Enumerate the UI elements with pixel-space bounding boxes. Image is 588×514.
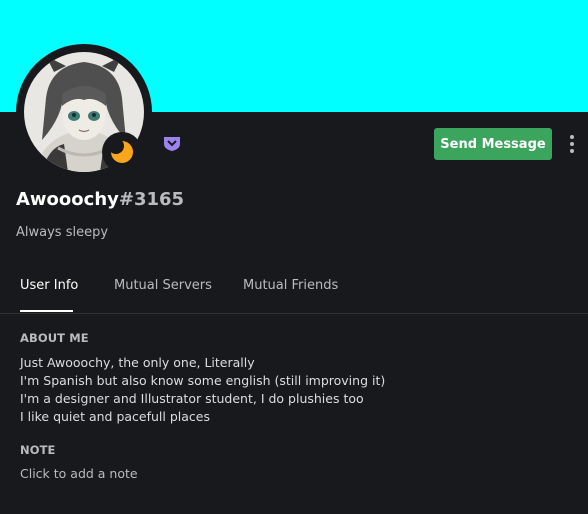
- username-name: Awooochy: [16, 189, 119, 210]
- about-line: I'm a designer and Illustrator student, …: [20, 391, 364, 406]
- tab-mutual-servers[interactable]: Mutual Servers: [114, 278, 212, 293]
- more-dot: [570, 135, 574, 139]
- about-line: I like quiet and pacefull places: [20, 409, 210, 424]
- username-discriminator: #3165: [118, 189, 185, 210]
- send-message-button[interactable]: Send Message: [434, 128, 552, 160]
- hypesquad-balance-icon[interactable]: [163, 134, 181, 152]
- idle-status-icon: [108, 138, 136, 166]
- about-me-heading: ABOUT ME: [20, 331, 89, 345]
- about-me-text: Just Awooochy, the only one, Literally I…: [20, 354, 385, 426]
- username: Awooochy#3165: [16, 189, 184, 210]
- more-dot: [570, 142, 574, 146]
- tab-user-info[interactable]: User Info: [20, 278, 78, 293]
- tab-mutual-friends[interactable]: Mutual Friends: [243, 278, 338, 293]
- more-vertical-icon[interactable]: [562, 132, 582, 156]
- custom-status: Always sleepy: [16, 225, 109, 240]
- profile-tabs: User Info Mutual Servers Mutual Friends: [0, 270, 588, 314]
- more-dot: [570, 149, 574, 153]
- active-tab-indicator: [20, 310, 73, 312]
- note-input[interactable]: Click to add a note: [20, 466, 138, 481]
- about-line: Just Awooochy, the only one, Literally: [20, 355, 255, 370]
- note-heading: NOTE: [20, 443, 56, 457]
- about-line: I'm Spanish but also know some english (…: [20, 373, 386, 388]
